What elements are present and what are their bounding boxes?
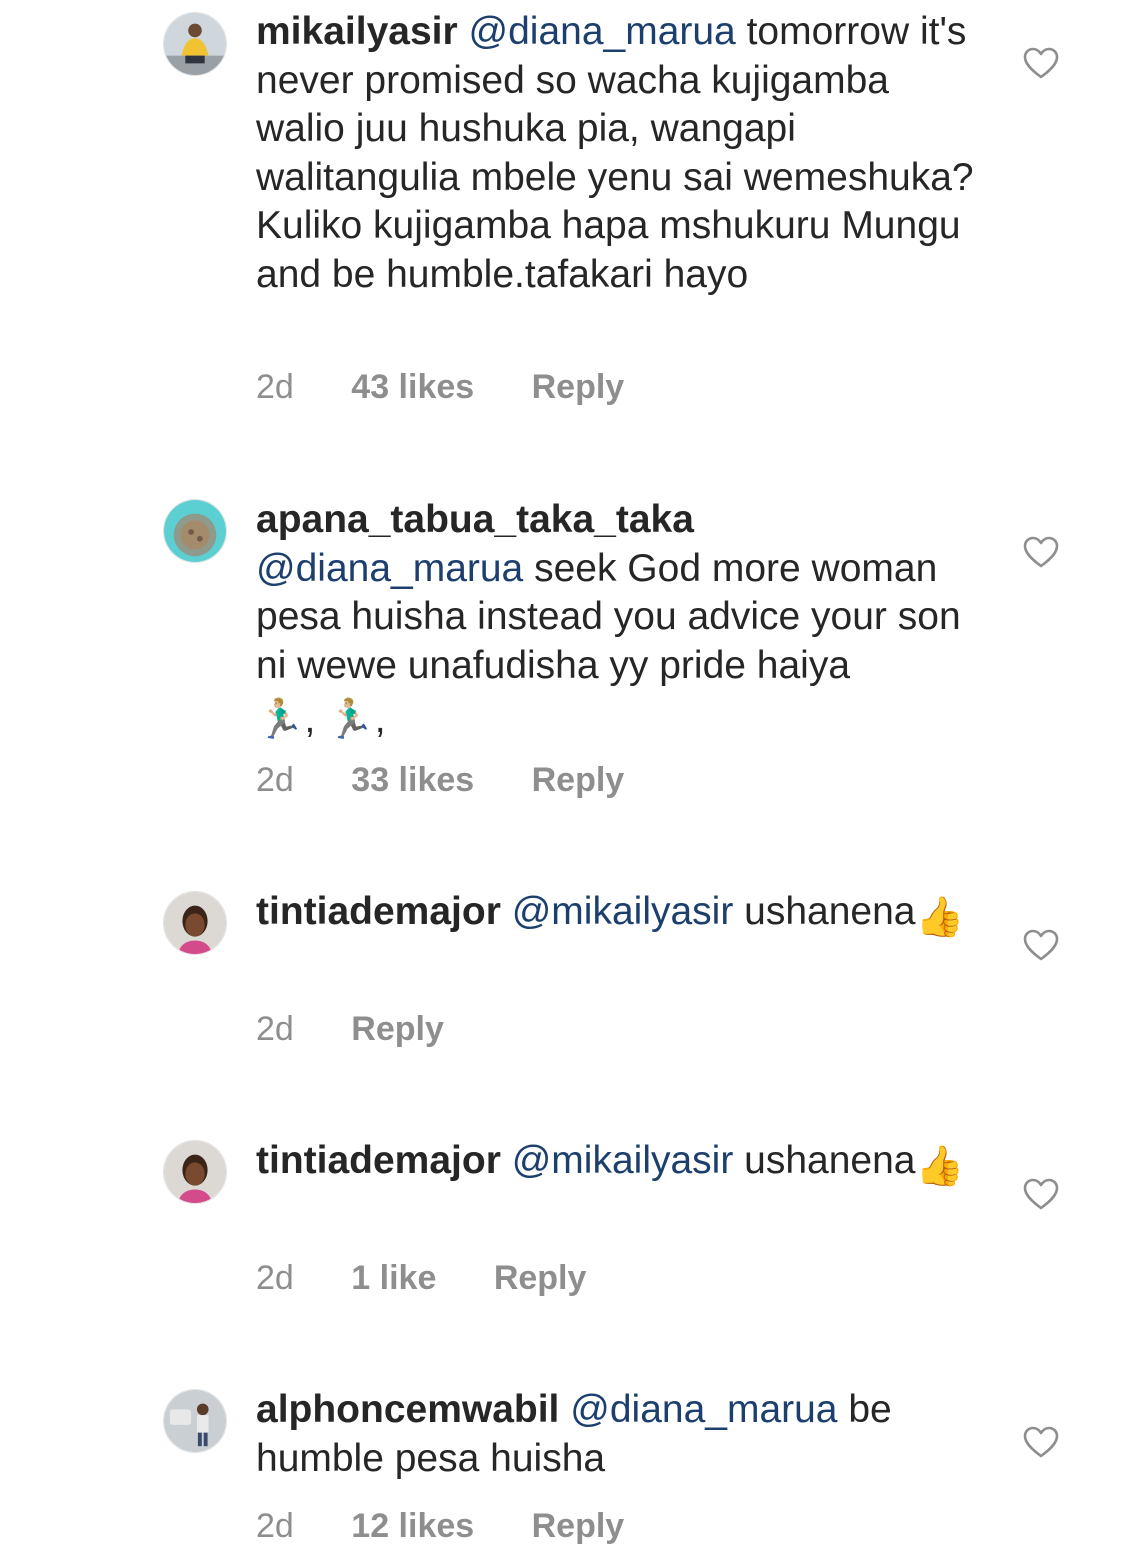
reply-button[interactable]: Reply [532, 1507, 625, 1546]
heart-outline-icon[interactable] [1022, 46, 1060, 80]
avatar[interactable] [163, 891, 227, 955]
comment-likes[interactable]: 33 likes [351, 761, 474, 800]
comment-likes[interactable]: 12 likes [351, 1507, 474, 1546]
comment-time: 2d [256, 368, 294, 406]
comment-mention[interactable]: @mikailyasir [512, 890, 734, 933]
comment-time: 2d [256, 1507, 294, 1545]
comment-meta: 2d 12 likes Reply [256, 1507, 624, 1546]
comment-username[interactable]: tintiademajor [256, 1139, 501, 1182]
comment-username[interactable]: alphoncemwabil [256, 1388, 559, 1431]
comment-text: alphoncemwabil @diana_marua be humble pe… [256, 1386, 976, 1483]
reply-button[interactable]: Reply [532, 368, 625, 407]
comment-username[interactable]: mikailyasir [256, 10, 458, 53]
heart-outline-icon[interactable] [1022, 1425, 1060, 1459]
heart-outline-icon[interactable] [1022, 928, 1060, 962]
comment-likes[interactable]: 43 likes [351, 368, 474, 407]
comment-mention[interactable]: @diana_marua [256, 547, 523, 590]
comment-username[interactable]: apana_tabua_taka_taka [256, 498, 694, 541]
comment-likes[interactable]: 1 like [351, 1259, 436, 1298]
reply-button[interactable]: Reply [351, 1010, 444, 1049]
comment-text: tintiademajor @mikailyasir ushanena👍 [256, 888, 976, 943]
comment-mention[interactable]: @diana_marua [570, 1388, 837, 1431]
avatar[interactable] [163, 1140, 227, 1204]
comment-meta: 2d 33 likes Reply [256, 761, 624, 800]
comment-text: tintiademajor @mikailyasir ushanena👍 [256, 1137, 976, 1192]
heart-outline-icon[interactable] [1022, 1177, 1060, 1211]
comment-time: 2d [256, 1259, 294, 1297]
comment-text: apana_tabua_taka_taka @diana_marua seek … [256, 496, 976, 745]
comment-username[interactable]: tintiademajor [256, 890, 501, 933]
avatar[interactable] [163, 12, 227, 76]
comment-text: mikailyasir @diana_marua tomorrow it's n… [256, 8, 976, 299]
thumbs-up-emoji: 👍 [915, 896, 965, 939]
comment-time: 2d [256, 761, 294, 799]
running-emoji: 🏃🏼‍♂️, 🏃🏼‍♂️, [256, 698, 386, 741]
comment-meta: 2d Reply [256, 1010, 444, 1049]
avatar[interactable] [163, 499, 227, 563]
reply-button[interactable]: Reply [532, 761, 625, 800]
comment-time: 2d [256, 1010, 294, 1048]
comment-mention[interactable]: @mikailyasir [512, 1139, 734, 1182]
heart-outline-icon[interactable] [1022, 535, 1060, 569]
comment-meta: 2d 43 likes Reply [256, 368, 624, 407]
reply-button[interactable]: Reply [494, 1259, 587, 1298]
comment-body: ushanena [733, 890, 916, 933]
thumbs-up-emoji: 👍 [915, 1145, 965, 1188]
avatar[interactable] [163, 1389, 227, 1453]
comment-body: ushanena [733, 1139, 916, 1182]
comment-mention[interactable]: @diana_marua [469, 10, 736, 53]
comment-meta: 2d 1 like Reply [256, 1259, 586, 1298]
